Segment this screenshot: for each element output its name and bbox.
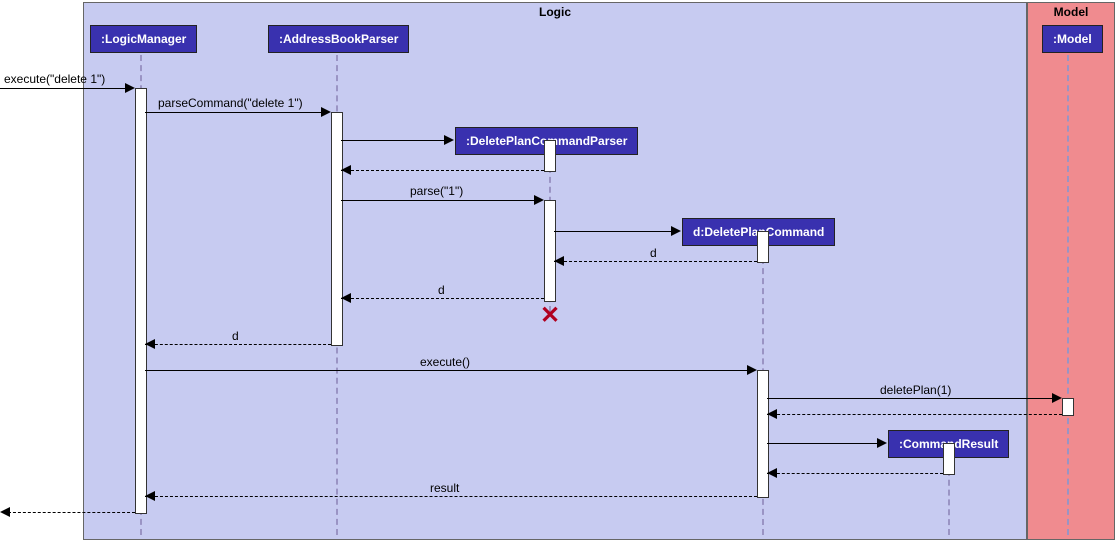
arrow-icon [671,226,681,236]
msg-return-dpcp-create [341,170,544,171]
msg-parse-1 [341,200,538,201]
activation-logic-manager [135,88,147,514]
msg-execute-delete1 [0,88,128,89]
msg-return-d-2 [341,298,544,299]
arrow-icon [145,339,155,349]
msg-label-parse-1: parse("1") [410,184,463,198]
arrow-icon [321,107,331,117]
arrow-icon [767,409,777,419]
arrow-icon [1052,393,1062,403]
region-label-model: Model [1052,3,1091,21]
arrow-icon [125,83,135,93]
msg-label-execute: execute() [420,355,470,369]
msg-label-d-2: d [438,283,445,297]
arrow-icon [341,293,351,303]
msg-create-dpcp [341,140,447,141]
msg-parse-command [145,112,325,113]
msg-label-delete-plan: deletePlan(1) [880,383,951,397]
arrow-icon [444,135,454,145]
activation-model [1062,398,1074,416]
msg-return-command-result [767,473,943,474]
arrow-icon [145,491,155,501]
msg-return-d-3 [145,344,331,345]
msg-label-d-3: d [232,329,239,343]
lifeline-line-model [1067,55,1069,535]
arrow-icon [877,438,887,448]
msg-return-external [8,512,135,513]
lifeline-address-book-parser: :AddressBookParser [268,25,409,53]
arrow-icon [747,365,757,375]
arrow-icon [0,507,10,517]
msg-create-dpc [554,231,674,232]
sequence-diagram: Logic Model :LogicManager :AddressBookPa… [0,0,1119,541]
activation-address-book-parser [331,112,343,346]
msg-create-command-result [767,443,880,444]
msg-return-d-1 [554,261,757,262]
region-label-logic: Logic [537,3,573,21]
arrow-icon [534,195,544,205]
msg-label-parse-command: parseCommand("delete 1") [158,96,303,110]
lifeline-logic-manager: :LogicManager [90,25,197,53]
activation-dpcp-2 [544,200,556,302]
activation-dpcp-1 [544,140,556,172]
msg-result [145,496,757,497]
lifeline-model: :Model [1042,25,1103,53]
activation-dpc-1 [757,231,769,263]
msg-label-execute-delete1: execute("delete 1") [4,72,105,86]
region-model: Model [1027,2,1115,540]
msg-execute [145,370,751,371]
msg-return-model [767,414,1062,415]
arrow-icon [767,468,777,478]
arrow-icon [554,256,564,266]
activation-command-result [943,443,955,475]
msg-delete-plan [767,398,1056,399]
msg-label-result: result [430,481,459,495]
activation-dpc-2 [757,370,769,498]
destroy-icon: ✕ [540,304,560,328]
msg-label-d-1: d [650,246,657,260]
arrow-icon [341,165,351,175]
